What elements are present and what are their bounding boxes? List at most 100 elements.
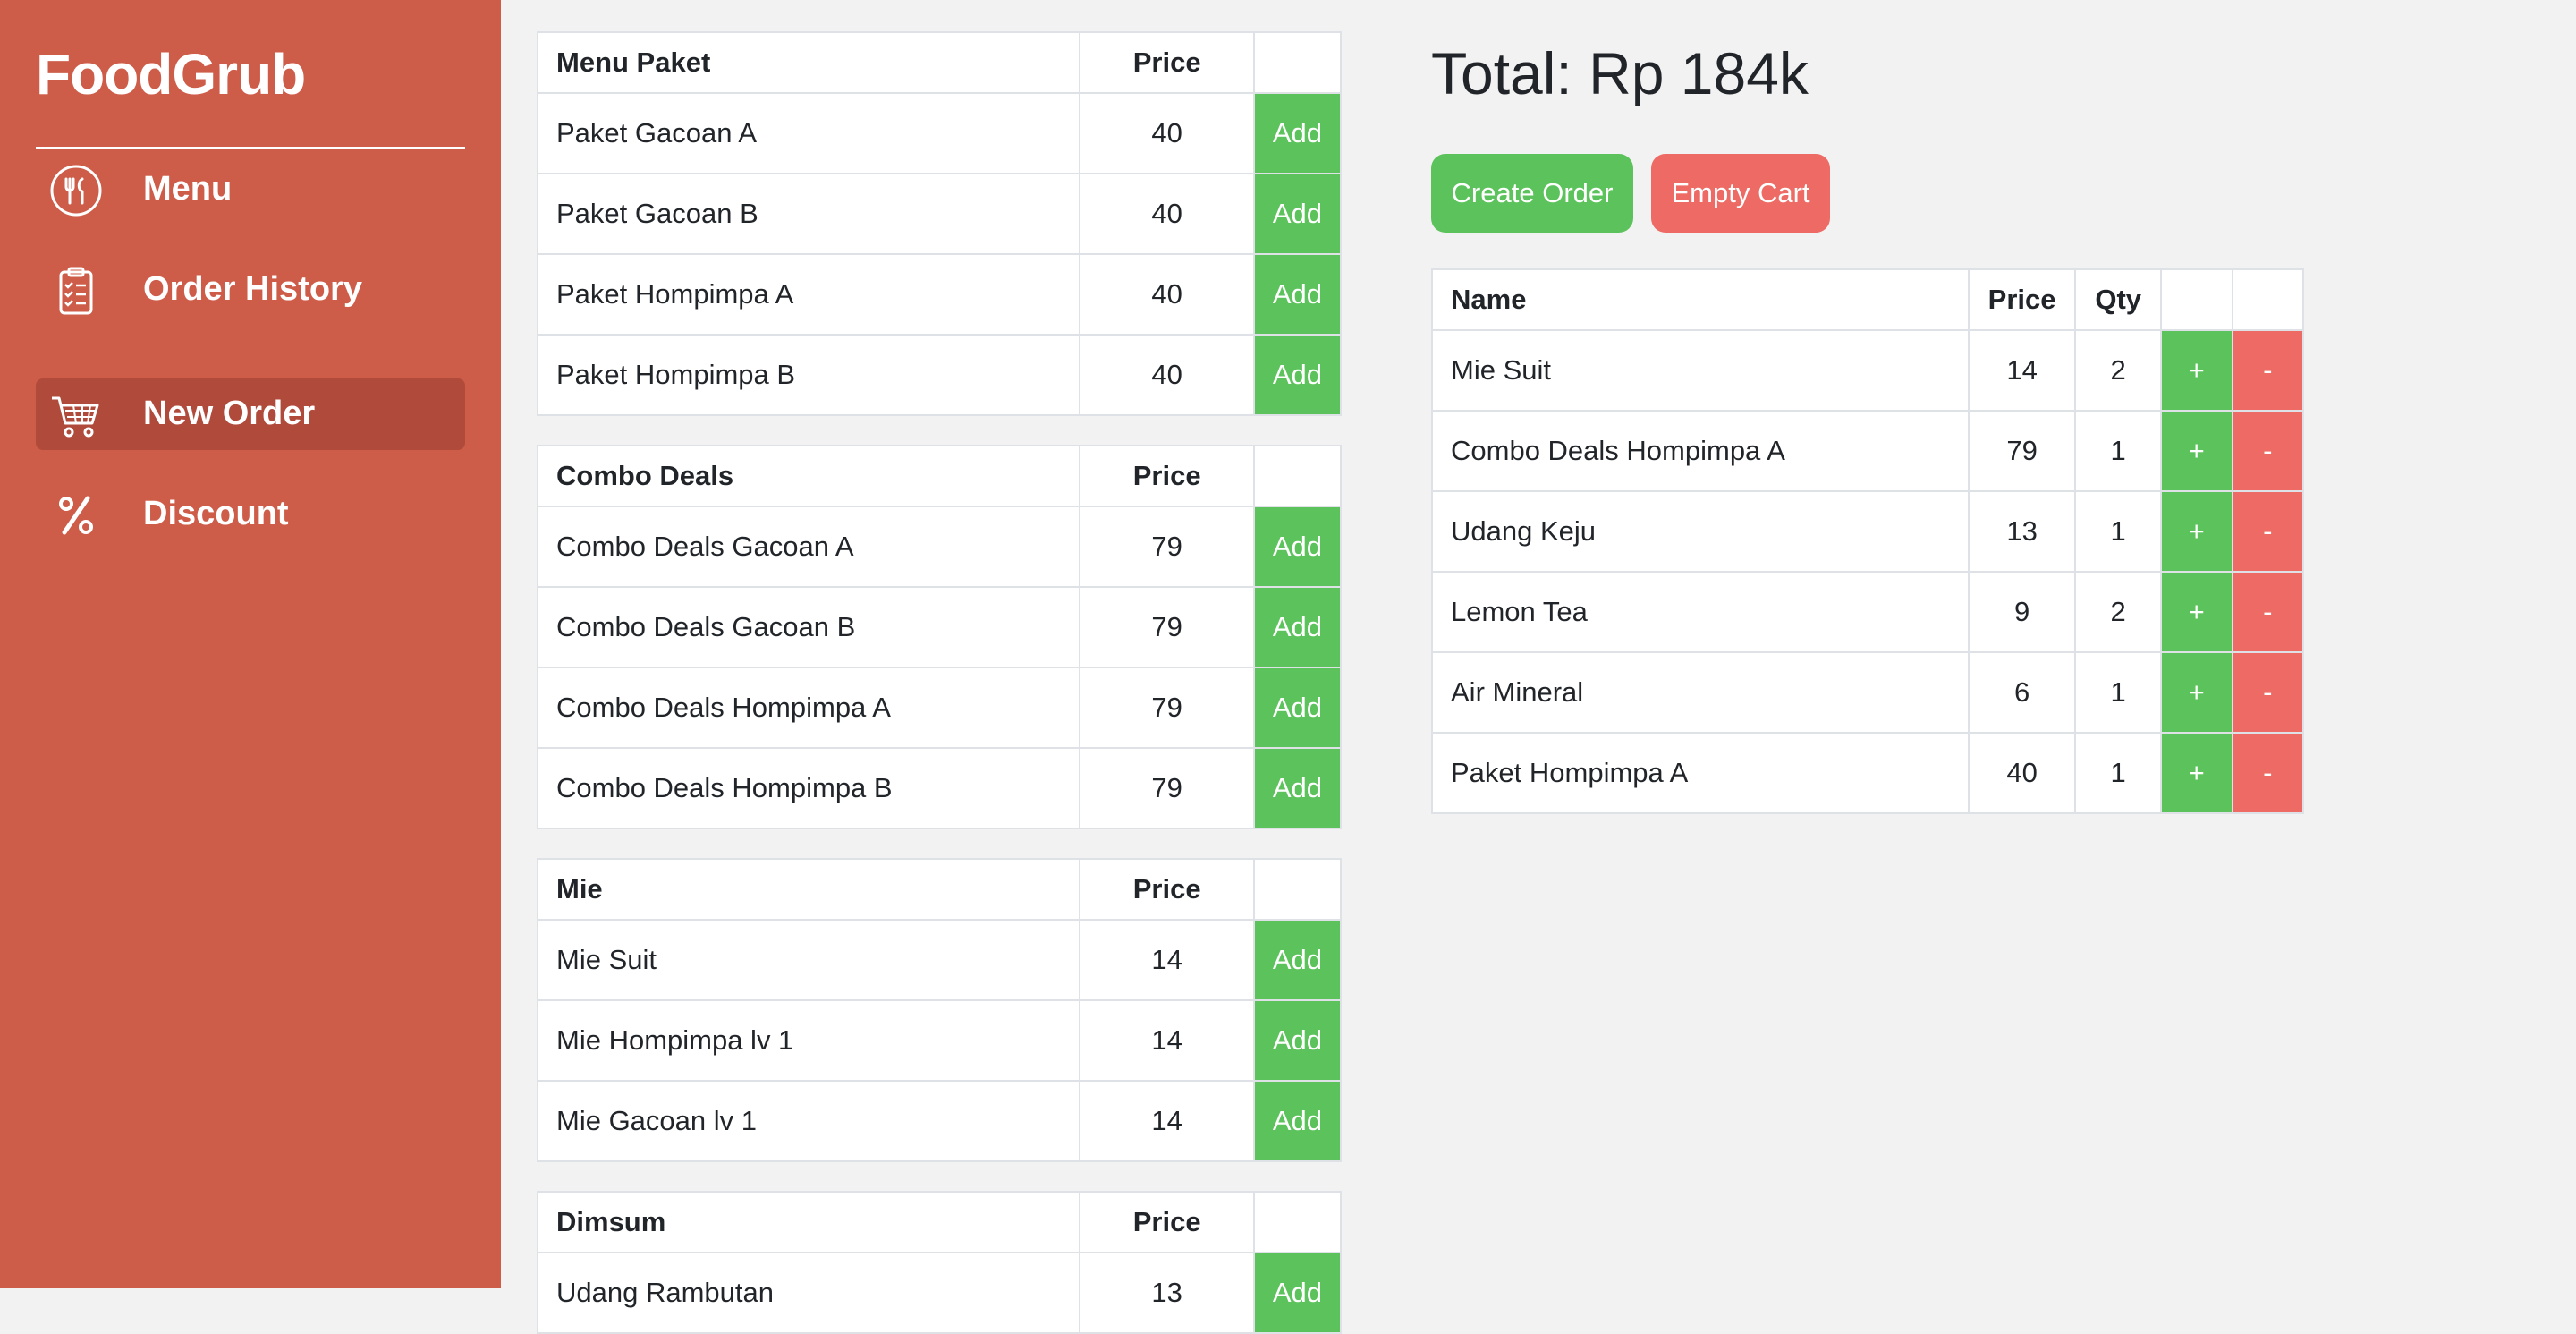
item-price: 79 [1079,747,1255,829]
add-button[interactable]: Add [1254,336,1340,414]
cart-row: Combo Deals Hompimpa A 79 1 + - [1431,410,2304,492]
increase-qty-button[interactable]: + [2161,331,2232,410]
cart-item-price: 40 [1967,732,2077,814]
item-price: 79 [1079,586,1255,668]
increase-qty-button[interactable]: + [2161,653,2232,732]
add-button[interactable]: Add [1254,174,1340,253]
add-button[interactable]: Add [1254,668,1340,747]
clipboard-checklist-icon [48,263,104,319]
fork-knife-icon [48,163,104,218]
sidebar-item-new-order[interactable]: New Order [36,378,465,450]
item-name: Paket Hompimpa A [536,253,1081,336]
increase-qty-button[interactable]: + [2161,734,2232,812]
table-header-row: Name Price Qty [1431,268,2304,331]
item-name: Udang Rambutan [536,1252,1081,1334]
sidebar-item-label: New Order [143,395,316,432]
decrease-qty-button[interactable]: - [2233,412,2302,490]
sidebar-item-discount[interactable]: Discount [36,479,465,550]
table-row: Combo Deals Gacoan B 79 Add [536,586,1343,668]
add-button[interactable]: Add [1254,749,1340,828]
cart-item-qty: 2 [2074,329,2162,412]
cart-item-price: 6 [1967,651,2077,734]
item-price: 40 [1079,334,1255,416]
table-row: Paket Gacoan A 40 Add [536,92,1343,174]
brand-logo[interactable]: FoodGrub [36,41,306,107]
empty-cart-button[interactable]: Empty Cart [1651,154,1830,233]
cart-header-minus [2231,268,2304,331]
cart-item-price: 79 [1967,410,2077,492]
cart-row: Paket Hompimpa A 40 1 + - [1431,732,2304,814]
table-header-name: Mie [536,858,1081,921]
decrease-qty-button[interactable]: - [2233,734,2302,812]
add-button[interactable]: Add [1254,1253,1340,1332]
item-name: Paket Gacoan B [536,173,1081,255]
add-button[interactable]: Add [1254,255,1340,334]
cart-item-qty: 2 [2074,571,2162,653]
cart-item-name: Paket Hompimpa A [1431,732,1970,814]
cart-item-name: Combo Deals Hompimpa A [1431,410,1970,492]
item-name: Paket Hompimpa B [536,334,1081,416]
table-header-row: Mie Price [536,858,1343,921]
table-row: Combo Deals Hompimpa B 79 Add [536,747,1343,829]
table-header-row: Menu Paket Price [536,31,1343,94]
table-row: Paket Hompimpa A 40 Add [536,253,1343,336]
cart-row: Udang Keju 13 1 + - [1431,490,2304,573]
percent-icon [48,488,104,543]
item-price: 79 [1079,506,1255,588]
item-name: Combo Deals Hompimpa B [536,747,1081,829]
item-name: Combo Deals Gacoan B [536,586,1081,668]
decrease-qty-button[interactable]: - [2233,492,2302,571]
increase-qty-button[interactable]: + [2161,412,2232,490]
cart-header-plus [2159,268,2233,331]
table-row: Combo Deals Hompimpa A 79 Add [536,667,1343,749]
shopping-cart-icon [48,387,104,443]
sidebar-item-label: Menu [143,170,233,208]
cart-table: Name Price Qty Mie Suit 14 2 + - Combo D… [1431,268,2304,814]
table-row: Mie Suit 14 Add [536,919,1343,1001]
increase-qty-button[interactable]: + [2161,573,2232,651]
table-row: Paket Gacoan B 40 Add [536,173,1343,255]
table-header-price: Price [1079,858,1255,921]
cart-item-qty: 1 [2074,410,2162,492]
item-price: 79 [1079,667,1255,749]
table-header-price: Price [1079,1191,1255,1253]
create-order-button[interactable]: Create Order [1431,154,1633,233]
table-row: Combo Deals Gacoan A 79 Add [536,506,1343,588]
table-header-name: Combo Deals [536,445,1081,507]
cart-item-price: 14 [1967,329,2077,412]
cart-row: Air Mineral 6 1 + - [1431,651,2304,734]
cart-item-price: 13 [1967,490,2077,573]
item-price: 14 [1079,1080,1255,1162]
add-button[interactable]: Add [1254,1082,1340,1160]
add-button[interactable]: Add [1254,1001,1340,1080]
item-name: Mie Gacoan lv 1 [536,1080,1081,1162]
increase-qty-button[interactable]: + [2161,492,2232,571]
cart-item-qty: 1 [2074,732,2162,814]
cart-row: Lemon Tea 9 2 + - [1431,571,2304,653]
cart-item-qty: 1 [2074,490,2162,573]
decrease-qty-button[interactable]: - [2233,331,2302,410]
table-row: Mie Gacoan lv 1 14 Add [536,1080,1343,1162]
cart-total: Total: Rp 184k [1431,40,1809,106]
item-price: 40 [1079,253,1255,336]
cart-header-name: Name [1431,268,1970,331]
menu-table-menu-paket: Menu Paket Price Paket Gacoan A 40 Add P… [536,31,1343,416]
cart-item-name: Lemon Tea [1431,571,1970,653]
table-header-row: Dimsum Price [536,1191,1343,1253]
table-header-action [1252,1191,1343,1253]
menu-table-mie: Mie Price Mie Suit 14 Add Mie Hompimpa l… [536,858,1343,1162]
sidebar-item-menu[interactable]: Menu [36,154,465,225]
decrease-qty-button[interactable]: - [2233,573,2302,651]
cart-item-name: Air Mineral [1431,651,1970,734]
add-button[interactable]: Add [1254,588,1340,667]
add-button[interactable]: Add [1254,507,1340,586]
table-header-action [1252,445,1343,507]
add-button[interactable]: Add [1254,921,1340,999]
item-price: 13 [1079,1252,1255,1334]
add-button[interactable]: Add [1254,94,1340,173]
decrease-qty-button[interactable]: - [2233,653,2302,732]
sidebar-item-order-history[interactable]: Order History [36,254,465,326]
table-row: Udang Rambutan 13 Add [536,1252,1343,1334]
table-header-name: Dimsum [536,1191,1081,1253]
menu-table-dimsum: Dimsum Price Udang Rambutan 13 Add [536,1191,1343,1334]
